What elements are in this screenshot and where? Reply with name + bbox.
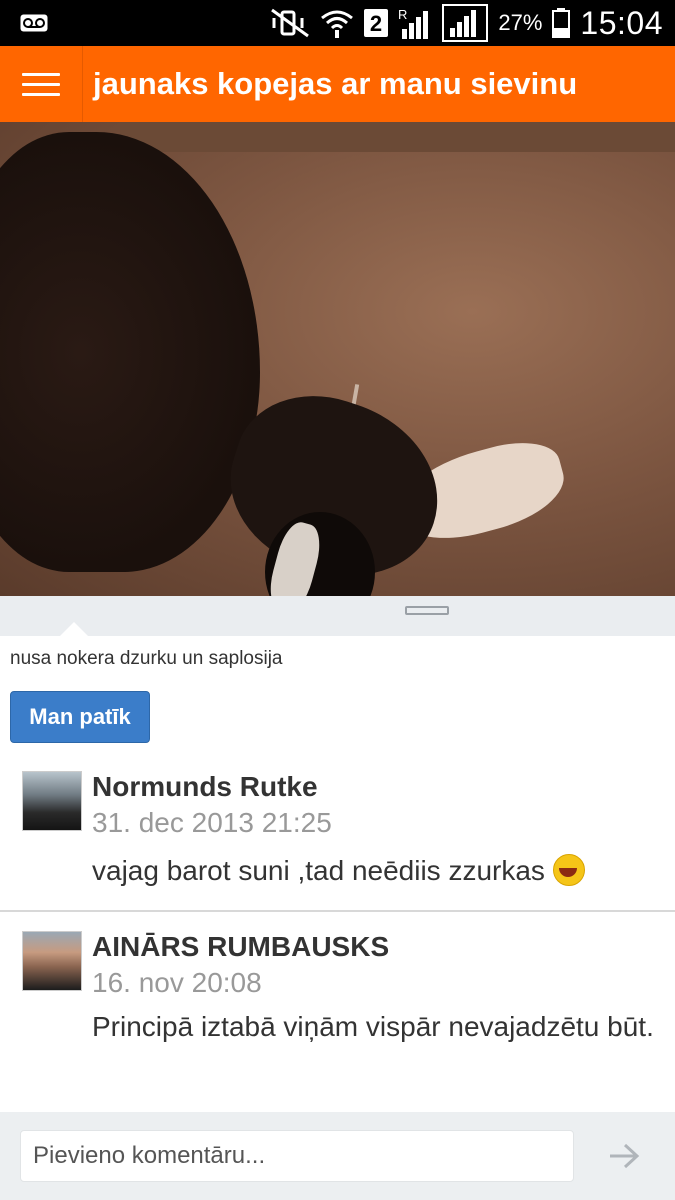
- comment-text-wrapper: vajag barot suni ,tad neēdiis zzurkas: [92, 853, 662, 889]
- comment-date: 31. dec 2013 21:25: [92, 807, 332, 838]
- comment-composer: [0, 1112, 675, 1200]
- post-photo[interactable]: [0, 122, 675, 596]
- comment-text: Principā iztabā viņām vispār nevajadzētu…: [92, 1011, 654, 1042]
- status-bar: 2 R 27% 15:04: [0, 0, 675, 46]
- post-caption: nusa nokera dzurku un saplosija: [10, 648, 283, 669]
- comment-date: 16. nov 20:08: [92, 967, 262, 998]
- like-button[interactable]: Man patīk: [10, 691, 150, 743]
- app-bar: jaunaks kopejas ar manu sievinu: [0, 46, 675, 122]
- comment-author[interactable]: Normunds Rutke: [92, 771, 318, 803]
- sim2-icon: 2: [364, 9, 389, 37]
- voicemail-icon: [20, 14, 48, 32]
- signal-roaming-icon: R: [398, 7, 429, 39]
- collapse-handle-bar[interactable]: [0, 596, 675, 636]
- battery-icon: [552, 8, 571, 38]
- comment-input[interactable]: [20, 1130, 574, 1182]
- divider: [0, 910, 675, 912]
- wifi-icon: [321, 10, 354, 38]
- battery-percent: 27%: [498, 10, 543, 35]
- mute-vibrate-icon: [271, 8, 310, 38]
- comment-text: vajag barot suni ,tad neēdiis zzurkas: [92, 855, 545, 886]
- page-title: jaunaks kopejas ar manu sievinu: [93, 66, 578, 101]
- sim-number: 2: [370, 11, 382, 36]
- arrow-right-icon[interactable]: [608, 1142, 640, 1170]
- avatar[interactable]: [22, 771, 82, 831]
- caption-pointer: [60, 622, 88, 636]
- avatar[interactable]: [22, 931, 82, 991]
- roaming-indicator: R: [398, 7, 407, 22]
- signal-icon: [442, 4, 489, 42]
- clock: 15:04: [580, 4, 663, 41]
- comment-author[interactable]: AINĀRS RUMBAUSKS: [92, 931, 389, 963]
- laughing-emoji-icon: [551, 854, 585, 886]
- hamburger-menu-icon[interactable]: [0, 46, 83, 122]
- drag-handle-icon[interactable]: [405, 606, 449, 615]
